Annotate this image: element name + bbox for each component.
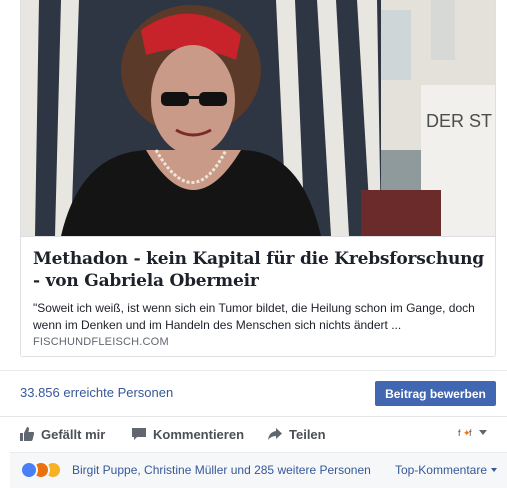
thumbs-up-icon xyxy=(20,427,35,441)
storefront-sign: DER ST xyxy=(426,111,492,131)
svg-text:f: f xyxy=(458,428,461,438)
like-label: Gefällt mir xyxy=(41,426,106,442)
preview-image[interactable]: DER ST xyxy=(21,0,495,236)
reaction-icons-group[interactable] xyxy=(20,461,70,479)
like-reaction-icon xyxy=(20,461,38,479)
page-identity-selector[interactable]: f ✦ f xyxy=(458,426,487,438)
link-text-block[interactable]: Methadon - kein Kapital für die Krebsfor… xyxy=(21,236,495,356)
chevron-down-icon xyxy=(491,468,497,472)
post-action-bar: Gefällt mir Kommentieren Teilen f ✦ f xyxy=(0,416,507,452)
facebook-post: DER ST Methadon - kein Kapital für die K… xyxy=(0,0,507,488)
link-title[interactable]: Methadon - kein Kapital für die Krebsfor… xyxy=(33,248,485,292)
comment-filter-label: Top-Kommentare xyxy=(394,463,487,477)
link-domain: FISCHUNDFLEISCH.COM xyxy=(33,336,169,348)
page-avatar-icon: f ✦ f xyxy=(458,428,472,438)
share-label: Teilen xyxy=(289,426,326,442)
comment-button[interactable]: Kommentieren xyxy=(131,425,244,443)
share-button[interactable]: Teilen xyxy=(267,425,326,443)
comment-label: Kommentieren xyxy=(153,426,245,442)
preview-photo: DER ST xyxy=(21,0,495,236)
post-stats-row: 33.856 erreichte Personen Beitrag bewerb… xyxy=(0,370,507,416)
reach-count-link[interactable]: 33.856 erreichte Personen xyxy=(20,385,173,400)
boost-post-button[interactable]: Beitrag bewerben xyxy=(375,381,496,406)
chevron-down-icon xyxy=(479,429,487,435)
reactions-row: Birgit Puppe, Christine Müller und 285 w… xyxy=(10,452,507,488)
svg-text:f: f xyxy=(469,428,472,438)
like-button[interactable]: Gefällt mir xyxy=(19,425,105,443)
reaction-names-link[interactable]: Birgit Puppe, Christine Müller und 285 w… xyxy=(72,463,371,477)
share-arrow-icon xyxy=(268,428,282,440)
comment-filter-dropdown[interactable]: Top-Kommentare xyxy=(395,463,497,477)
comment-bubble-icon xyxy=(132,428,146,440)
link-description: "Soweit ich weiß, ist wenn sich ein Tumo… xyxy=(33,301,475,332)
link-preview-card[interactable]: DER ST Methadon - kein Kapital für die K… xyxy=(20,0,496,357)
